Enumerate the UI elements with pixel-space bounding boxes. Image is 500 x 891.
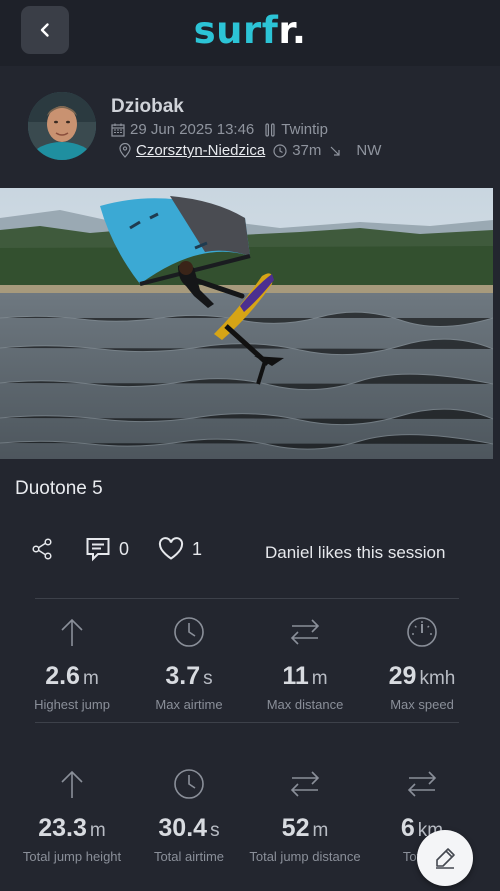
stats-best: 2.6 m Highest jump 3.7 s Max airtime 11 m M… bbox=[0, 614, 500, 724]
stat-total-jump-height: 23.3 m Total jump height bbox=[13, 766, 131, 876]
stat-value-group: 11 m bbox=[246, 662, 364, 691]
top-bar: surfr. bbox=[0, 0, 500, 66]
stat-label: Highest jump bbox=[34, 697, 110, 712]
stat-unit: m bbox=[311, 668, 328, 689]
speedometer-icon bbox=[407, 617, 437, 647]
arrows-exchange-icon bbox=[290, 619, 320, 645]
arrow-up-icon bbox=[61, 770, 83, 798]
board-icon bbox=[265, 122, 275, 137]
stat-unit: s bbox=[210, 820, 220, 841]
stat-value: 3.7 bbox=[165, 662, 201, 690]
stat-value: 29 bbox=[388, 662, 417, 690]
stat-value: 23.3 bbox=[38, 814, 87, 842]
stat-unit: kmh bbox=[419, 668, 456, 689]
wind-direction: NW bbox=[356, 142, 382, 159]
stat-unit: s bbox=[203, 668, 213, 689]
divider bbox=[35, 598, 459, 599]
comments-count: 0 bbox=[119, 538, 130, 559]
session-duration: 37m bbox=[292, 142, 322, 159]
calendar-icon bbox=[111, 123, 125, 137]
logo-text-surf: surf bbox=[193, 9, 279, 52]
stat-highest-jump: 2.6 m Highest jump bbox=[13, 614, 131, 724]
stat-unit: m bbox=[82, 668, 99, 689]
stat-label: Max speed bbox=[390, 697, 454, 712]
stat-max-speed: 29 kmh Max speed bbox=[363, 614, 481, 724]
arrow-up-icon bbox=[61, 618, 83, 646]
arrows-exchange-icon bbox=[290, 771, 320, 797]
stat-value-group: 29 kmh bbox=[363, 662, 481, 691]
stat-value: 2.6 bbox=[45, 662, 80, 690]
comments-button[interactable]: 0 bbox=[85, 536, 129, 562]
session-date: 29 Jun 2025 13:46 bbox=[130, 121, 255, 138]
stat-value-group: 2.6 m bbox=[13, 662, 131, 691]
stat-label: Total jump height bbox=[22, 849, 122, 864]
stat-unit: m bbox=[312, 820, 329, 841]
stat-value-group: 30.4 s bbox=[130, 814, 248, 843]
stat-value: 30.4 bbox=[158, 814, 208, 842]
session-photo[interactable] bbox=[0, 188, 493, 459]
wind-arrow-icon bbox=[330, 146, 340, 156]
stat-value: 6 bbox=[400, 814, 415, 842]
board-type: Twintip bbox=[281, 121, 328, 138]
spot-link[interactable]: Czorsztyn-Niedzica bbox=[136, 142, 265, 159]
session-location-row: Czorsztyn-Niedzica 37m NW bbox=[111, 142, 381, 159]
stat-value: 11 bbox=[282, 662, 309, 690]
stat-label: Total jump distance bbox=[249, 849, 361, 864]
stat-max-airtime: 3.7 s Max airtime bbox=[130, 614, 248, 724]
stat-total-airtime: 30.4 s Total airtime bbox=[130, 766, 248, 876]
share-button[interactable] bbox=[30, 537, 54, 561]
stat-unit: m bbox=[89, 820, 106, 841]
session-header: Dziobak 29 Jun 2025 13:46 Twintip Czorsz… bbox=[0, 66, 500, 188]
share-icon bbox=[32, 538, 52, 560]
divider bbox=[35, 722, 459, 723]
stat-label: Total airtime bbox=[153, 849, 225, 864]
logo-text-r: r. bbox=[278, 9, 307, 52]
clock-icon bbox=[174, 769, 204, 799]
avatar-image bbox=[28, 92, 96, 160]
stat-value-group: 52 m bbox=[246, 814, 364, 843]
session-title: Duotone 5 bbox=[15, 478, 103, 499]
stat-label: Max airtime bbox=[155, 697, 223, 712]
username[interactable]: Dziobak bbox=[111, 96, 184, 118]
stat-value: 52 bbox=[281, 814, 310, 842]
clock-small-icon bbox=[273, 143, 287, 158]
stat-value-group: 23.3 m bbox=[13, 814, 131, 843]
clock-icon bbox=[174, 617, 204, 647]
stat-max-distance: 11 m Max distance bbox=[246, 614, 364, 724]
like-button[interactable]: 1 bbox=[158, 537, 202, 561]
session-meta-row: 29 Jun 2025 13:46 Twintip bbox=[111, 121, 328, 138]
kite-foil-jump-image bbox=[0, 188, 493, 459]
location-pin-icon bbox=[119, 143, 131, 158]
edit-pencil-icon bbox=[436, 848, 455, 869]
comment-icon bbox=[86, 538, 110, 562]
arrows-exchange-icon bbox=[407, 771, 437, 797]
actions-row: 0 1 Daniel likes this session bbox=[0, 530, 500, 570]
app-logo: surfr. bbox=[0, 6, 500, 56]
likes-summary-link[interactable]: Daniel likes this session bbox=[265, 543, 445, 563]
edit-session-button[interactable] bbox=[417, 830, 473, 886]
stat-label: Max distance bbox=[266, 697, 344, 712]
avatar[interactable] bbox=[28, 92, 96, 160]
likes-count: 1 bbox=[192, 538, 203, 559]
stat-value-group: 3.7 s bbox=[130, 662, 248, 691]
heart-icon bbox=[158, 537, 184, 560]
stat-total-jump-distance: 52 m Total jump distance bbox=[246, 766, 364, 876]
